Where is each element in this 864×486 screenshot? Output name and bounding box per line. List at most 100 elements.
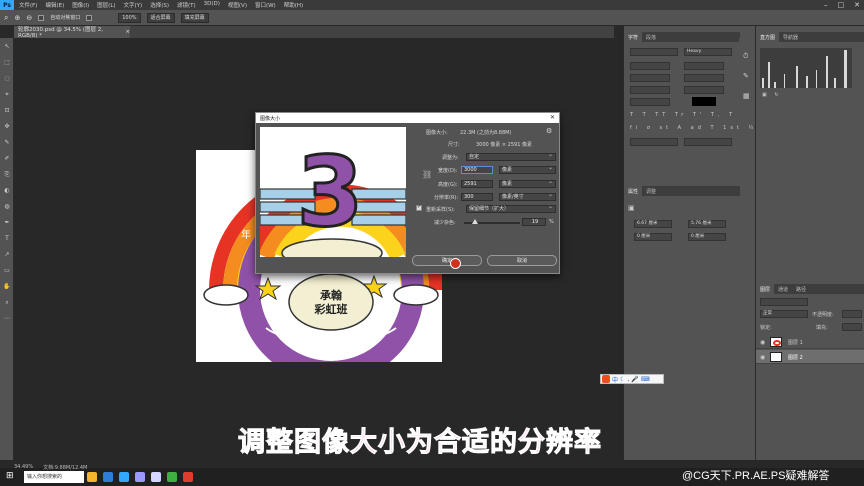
tab-close-icon[interactable]: × — [125, 29, 130, 35]
menu-item[interactable]: 视图(V) — [228, 1, 247, 9]
document-tab[interactable]: 轮廓2030.psd @ 34.5% (图层 2, RGB/8) * × — [14, 26, 130, 39]
fit-to-select[interactable]: 自定 — [466, 152, 556, 161]
hand-tool-icon[interactable]: ✋ — [3, 284, 11, 290]
props-x-input[interactable]: 0 厘米 — [634, 233, 672, 241]
taskbar-search-box[interactable]: 输入你想搜索的 — [24, 471, 84, 483]
brush-preset-icon[interactable]: ✎ — [743, 72, 749, 80]
tab-paths[interactable]: 路径 — [792, 284, 810, 294]
ime-chinese-icon[interactable]: 中 — [612, 375, 618, 384]
explorer-icon[interactable] — [87, 472, 97, 482]
premiere-icon[interactable] — [135, 472, 145, 482]
status-zoom[interactable]: 34.49% — [14, 464, 33, 471]
ime-moon-icon[interactable]: ☾ — [620, 376, 625, 383]
fill-input[interactable] — [842, 323, 862, 331]
blend-mode-select[interactable]: 正常 — [760, 310, 808, 318]
resample-select[interactable]: 保留细节（扩大） — [466, 204, 556, 213]
baseline-shift-input[interactable] — [630, 98, 670, 106]
vertical-scale-input[interactable] — [630, 86, 670, 94]
dialog-close-icon[interactable]: ✕ — [550, 114, 555, 121]
shape-tool-icon[interactable]: ▭ — [3, 268, 11, 274]
browser-icon[interactable] — [103, 472, 113, 482]
zoom-tool-icon[interactable]: ⌕ — [4, 13, 8, 23]
lasso-tool-icon[interactable]: ◌ — [3, 76, 11, 82]
text-color-swatch[interactable] — [692, 97, 716, 106]
link-chain-icon[interactable]: ⛓ — [422, 170, 432, 179]
tab-navigator[interactable]: 导航器 — [779, 32, 802, 42]
tab-histogram[interactable]: 直方图 — [756, 32, 780, 42]
gear-icon[interactable]: ⚙ — [546, 127, 552, 135]
zoom-100-button[interactable]: 100% — [118, 12, 141, 23]
tab-layers[interactable]: 图层 — [756, 284, 775, 294]
resolution-unit-select[interactable]: 像素/英寸 — [499, 192, 556, 201]
histogram-controls[interactable]: ▣ ↻ — [762, 92, 782, 98]
font-size-input[interactable] — [630, 62, 670, 70]
healing-tool-icon[interactable]: ✎ — [3, 140, 11, 146]
layer-filter-select[interactable] — [760, 298, 808, 306]
kerning-input[interactable] — [630, 74, 670, 82]
after-effects-icon[interactable] — [151, 472, 161, 482]
layer-row-1[interactable]: ◉ 图层 1 — [756, 335, 864, 349]
reduce-noise-slider-thumb[interactable] — [471, 219, 478, 224]
cancel-button[interactable]: 取消 — [487, 255, 557, 266]
menu-item[interactable]: 滤镜(T) — [177, 1, 196, 9]
font-family-select[interactable] — [630, 48, 678, 56]
menu-item[interactable]: 图像(I) — [72, 1, 89, 9]
eyedropper-tool-icon[interactable]: ✜ — [3, 124, 11, 130]
dialog-preview[interactable]: 3 — [260, 127, 406, 257]
horizontal-scale-input[interactable] — [684, 86, 724, 94]
move-tool-icon[interactable]: ↖ — [3, 44, 11, 50]
fill-screen-button[interactable]: 填充屏幕 — [180, 12, 209, 23]
path-select-tool-icon[interactable]: ↗ — [3, 252, 11, 258]
app-red-icon[interactable] — [183, 472, 193, 482]
eraser-tool-icon[interactable]: ◍ — [3, 204, 11, 210]
tab-character[interactable]: 字符 — [624, 32, 643, 42]
zoom-in-icon[interactable]: ⊕ — [14, 14, 20, 22]
tab-channels[interactable]: 通道 — [774, 284, 792, 294]
history-brush-tool-icon[interactable]: ◐ — [3, 188, 11, 194]
maximize-button[interactable]: □ — [838, 1, 845, 9]
pen-tool-icon[interactable]: ✒ — [3, 220, 11, 226]
props-height-input[interactable]: 5.76 厘米 — [688, 220, 726, 228]
more-tool-icon[interactable]: ⋯ — [3, 316, 11, 322]
width-unit-select[interactable]: 像素 — [499, 165, 556, 174]
language-select[interactable] — [630, 138, 678, 146]
ime-punct-icon[interactable]: , — [627, 376, 629, 383]
antialias-select[interactable] — [684, 138, 732, 146]
menu-item[interactable]: 编辑(E) — [45, 1, 64, 9]
opacity-input[interactable] — [842, 310, 862, 318]
visibility-eye-icon[interactable]: ◉ — [760, 339, 765, 346]
tracking-input[interactable] — [684, 74, 724, 82]
height-input[interactable]: 2591 — [461, 180, 493, 188]
props-y-input[interactable]: 0 厘米 — [688, 233, 726, 241]
menu-item[interactable]: 文件(F) — [19, 1, 37, 9]
height-unit-select[interactable]: 像素 — [499, 179, 556, 188]
menu-item[interactable]: 帮助(H) — [284, 1, 303, 9]
width-input[interactable]: 3000 — [461, 166, 493, 174]
leading-input[interactable] — [684, 62, 724, 70]
marquee-tool-icon[interactable]: ⬚ — [3, 60, 11, 66]
close-window-button[interactable]: ✕ — [854, 1, 860, 9]
menu-item[interactable]: 选择(S) — [150, 1, 169, 9]
wechat-icon[interactable] — [167, 472, 177, 482]
menu-item[interactable]: 3D(D) — [204, 1, 220, 9]
ok-button[interactable]: 确定 — [412, 255, 482, 266]
photoshop-taskbar-icon[interactable] — [119, 472, 129, 482]
props-width-input[interactable]: 6.67 厘米 — [634, 220, 672, 228]
windows-start-icon[interactable]: ⊞ — [6, 471, 18, 483]
reduce-noise-input[interactable]: 19 — [522, 218, 546, 226]
clone-stamp-tool-icon[interactable]: ⎘ — [3, 172, 11, 178]
tab-adjustments[interactable]: 调整 — [642, 186, 660, 196]
zoom-out-icon[interactable]: ⊖ — [26, 14, 32, 22]
menu-item[interactable]: 文字(Y) — [124, 1, 143, 9]
menu-item[interactable]: 窗口(W) — [255, 1, 276, 9]
zoom-tool-icon[interactable]: ⌕ — [3, 300, 11, 306]
fit-screen-button[interactable]: 适合屏幕 — [146, 12, 175, 23]
history-icon[interactable]: ⏱ — [743, 52, 748, 61]
tab-properties[interactable]: 属性 — [624, 186, 643, 196]
layer-row-2[interactable]: ◉ 图层 2 — [756, 350, 864, 364]
font-style-select[interactable]: Heavy — [684, 48, 732, 56]
ime-mic-icon[interactable]: 🎤 — [631, 376, 638, 383]
ime-keyboard-icon[interactable]: ⌨ — [641, 376, 650, 383]
swatches-icon[interactable]: ▦ — [743, 92, 750, 100]
opentype-buttons[interactable]: fi σ st A ad T 1st ½ — [630, 125, 757, 131]
